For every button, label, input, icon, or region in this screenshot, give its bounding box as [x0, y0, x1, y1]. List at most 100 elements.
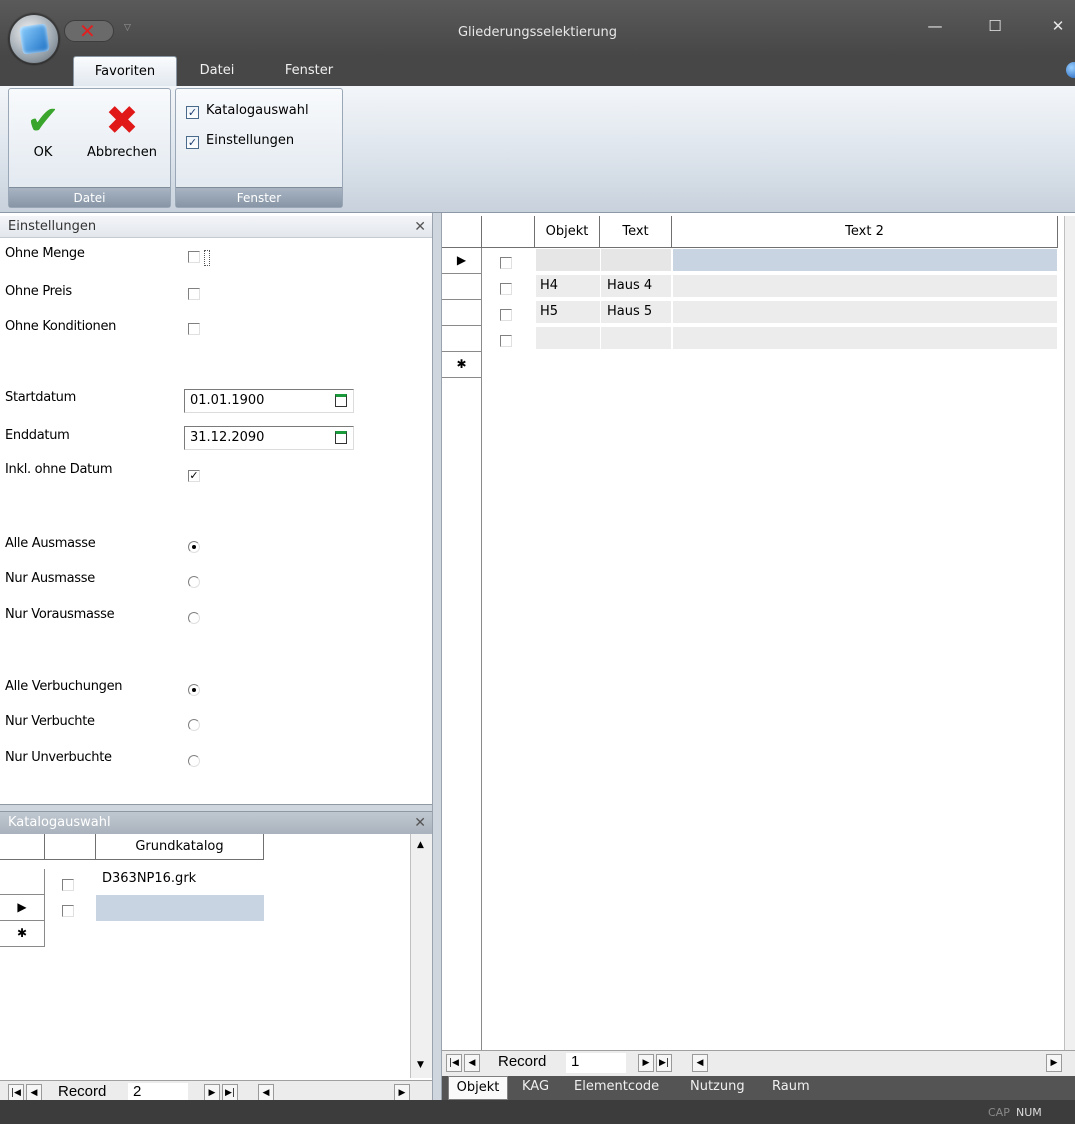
objekt-cell[interactable] — [536, 327, 600, 349]
scroll-left-icon[interactable]: ◀ — [692, 1054, 708, 1072]
ohne-konditionen-checkbox[interactable] — [188, 323, 200, 339]
tab-favoriten[interactable]: Favoriten — [73, 56, 177, 86]
grundkatalog-cell-selected[interactable] — [96, 895, 264, 921]
row-selector[interactable] — [0, 869, 45, 895]
checkbox-checked-icon[interactable]: ✓ — [186, 136, 199, 149]
enddatum-field[interactable]: 31.12.2090 — [184, 426, 354, 450]
close-button[interactable]: ✕ — [1043, 17, 1073, 41]
startdatum-field[interactable]: 01.01.1900 — [184, 389, 354, 413]
close-x-icon[interactable]: ✕ — [79, 19, 96, 43]
calendar-icon[interactable] — [335, 394, 347, 407]
ribbon-group-datei: ✔ OK ✖ Abbrechen Datei — [8, 88, 171, 208]
katalog-vertical-scrollbar[interactable]: ▲ ▼ — [410, 834, 432, 1078]
record-number-field[interactable]: 1 — [566, 1053, 626, 1073]
prev-record-icon[interactable]: ◀ — [464, 1054, 480, 1072]
help-icon[interactable] — [1066, 62, 1075, 78]
tab-elementcode[interactable]: Elementcode — [574, 1076, 659, 1100]
vertical-splitter[interactable] — [432, 213, 442, 1109]
next-record-icon[interactable]: ▶ — [638, 1054, 654, 1072]
ohne-menge-checkbox[interactable] — [188, 250, 210, 267]
einstellungen-checkbox[interactable]: ✓ Einstellungen — [186, 133, 294, 149]
ohne-preis-checkbox[interactable] — [188, 288, 200, 304]
current-row-indicator-icon[interactable]: ▶ — [442, 248, 482, 274]
maximize-button[interactable]: ☐ — [980, 17, 1010, 41]
scroll-down-icon[interactable]: ▼ — [417, 1060, 424, 1070]
tab-nutzung[interactable]: Nutzung — [690, 1076, 745, 1100]
cube-icon — [19, 23, 50, 55]
quick-access-toolbar[interactable]: ✕ — [64, 19, 114, 43]
text2-cell[interactable] — [673, 301, 1057, 323]
nur-verbuchte-radio[interactable] — [188, 719, 200, 735]
text-column-header[interactable]: Text — [600, 216, 672, 248]
cancel-button[interactable]: ✖ Abbrechen — [77, 97, 167, 160]
inkl-ohne-datum-label: Inkl. ohne Datum — [5, 462, 113, 477]
nur-verbuchte-label: Nur Verbuchte — [5, 714, 95, 729]
row-checkbox[interactable] — [482, 274, 535, 300]
row-checkbox[interactable] — [482, 248, 535, 274]
text2-cell[interactable] — [673, 327, 1057, 349]
app-orb-button[interactable] — [9, 14, 59, 64]
objekt-vertical-scrollbar[interactable] — [1064, 216, 1075, 1050]
alle-ausmasse-label: Alle Ausmasse — [5, 536, 96, 551]
minimize-button[interactable]: — — [920, 17, 950, 41]
calendar-icon[interactable] — [335, 431, 347, 444]
title-bar: Gliederungsselektierung ✕ ▽ — ☐ ✕ — [0, 0, 1075, 56]
grundkatalog-cell[interactable]: D363NP16.grk — [96, 869, 264, 895]
first-record-icon[interactable]: |◀ — [446, 1054, 462, 1072]
alle-ausmasse-radio[interactable] — [188, 541, 200, 557]
checkbox-checked-icon[interactable]: ✓ — [186, 106, 199, 119]
tab-kag[interactable]: KAG — [522, 1076, 549, 1100]
close-icon[interactable]: ✕ — [414, 812, 426, 834]
horizontal-splitter[interactable] — [0, 804, 432, 812]
nur-ausmasse-radio[interactable] — [188, 576, 200, 592]
text-cell[interactable]: Haus 4 — [601, 275, 671, 297]
nur-unverbuchte-radio[interactable] — [188, 755, 200, 771]
qat-dropdown-icon[interactable]: ▽ — [124, 23, 131, 33]
cancel-x-icon: ✖ — [105, 98, 139, 144]
row-selector[interactable] — [442, 326, 482, 352]
text-cell[interactable] — [601, 249, 671, 271]
grundkatalog-column-header[interactable]: Grundkatalog — [96, 834, 264, 860]
ok-button[interactable]: ✔ OK — [21, 97, 65, 160]
text-cell[interactable] — [601, 327, 671, 349]
objekt-cell[interactable] — [536, 249, 600, 271]
bottom-tab-strip: Objekt KAG Elementcode Nutzung Raum — [442, 1076, 1075, 1100]
row-checkbox[interactable] — [45, 895, 96, 921]
katalogauswahl-panel-header: Katalogauswahl ✕ — [0, 812, 432, 834]
tab-fenster[interactable]: Fenster — [270, 56, 348, 86]
objekt-cell[interactable]: H4 — [536, 275, 600, 297]
new-row-asterisk-icon[interactable]: ✱ — [0, 921, 45, 947]
row-selector[interactable] — [442, 274, 482, 300]
objekt-record-navigator: |◀ ◀ Record 1 ▶ ▶| ◀ ▶ — [442, 1050, 1075, 1076]
new-row-asterisk-icon[interactable]: ✱ — [442, 352, 482, 378]
katalogauswahl-checkbox[interactable]: ✓ Katalogauswahl — [186, 103, 309, 119]
record-label: Record — [58, 1083, 107, 1100]
close-icon[interactable]: ✕ — [414, 216, 426, 238]
inkl-ohne-datum-checkbox[interactable]: ✓ — [188, 468, 200, 483]
tab-objekt[interactable]: Objekt — [448, 1076, 508, 1100]
row-checkbox[interactable] — [482, 300, 535, 326]
enddatum-value: 31.12.2090 — [190, 430, 265, 445]
alle-verbuchungen-radio[interactable] — [188, 684, 200, 700]
last-record-icon[interactable]: ▶| — [656, 1054, 672, 1072]
current-row-indicator-icon[interactable]: ▶ — [0, 895, 45, 921]
text2-cell-selected[interactable] — [673, 249, 1057, 271]
tab-raum[interactable]: Raum — [772, 1076, 810, 1100]
objekt-column-header[interactable]: Objekt — [535, 216, 600, 248]
scroll-up-icon[interactable]: ▲ — [417, 840, 424, 850]
row-checkbox[interactable] — [482, 326, 535, 352]
text2-column-header[interactable]: Text 2 — [672, 216, 1058, 248]
text2-cell[interactable] — [673, 275, 1057, 297]
startdatum-value: 01.01.1900 — [190, 393, 265, 408]
objekt-cell[interactable]: H5 — [536, 301, 600, 323]
row-selector[interactable] — [442, 300, 482, 326]
scroll-right-icon[interactable]: ▶ — [1046, 1054, 1062, 1072]
text-cell[interactable]: Haus 5 — [601, 301, 671, 323]
tab-datei[interactable]: Datei — [192, 56, 242, 86]
katalogauswahl-label: Katalogauswahl — [206, 103, 309, 118]
row-checkbox[interactable] — [45, 869, 96, 895]
nur-unverbuchte-label: Nur Unverbuchte — [5, 750, 112, 765]
einstellungen-panel-title: Einstellungen — [8, 219, 97, 234]
nur-vorausmasse-radio[interactable] — [188, 612, 200, 628]
checkmark-icon[interactable]: ✓ — [188, 470, 200, 482]
